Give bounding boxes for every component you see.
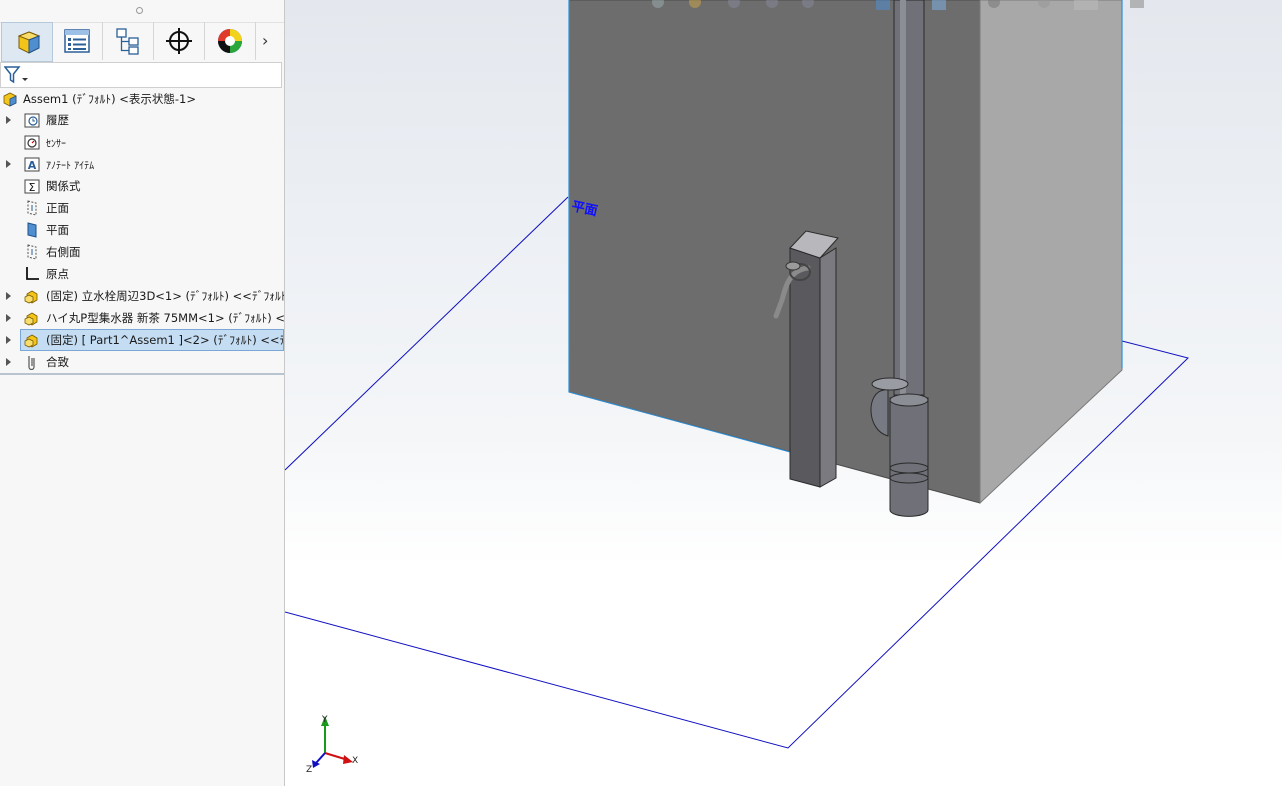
z-axis-icon — [315, 752, 326, 764]
tree-item-origin[interactable]: 原点 — [0, 263, 284, 285]
triad-y-label: Y — [321, 715, 328, 725]
featuremanager-icon — [17, 31, 41, 54]
tree-item-right-plane[interactable]: 右側面 — [0, 241, 284, 263]
tree-item-label: ｱﾉﾃｰﾄ ｱｲﾃﾑ — [46, 160, 95, 172]
dimxpert-icon — [166, 28, 192, 54]
annotation-icon: A — [24, 157, 40, 172]
plane-icon — [27, 244, 37, 260]
tree-item-label: 右側面 — [46, 245, 81, 259]
tab-dimxpert[interactable] — [154, 22, 205, 60]
manager-tab-bar: › — [0, 22, 284, 62]
tree-item-label: ｾﾝｻｰ — [46, 138, 66, 150]
displaymanager-icon — [218, 29, 242, 53]
tab-displaymanager[interactable] — [205, 22, 256, 60]
tree-item-label: 関係式 — [46, 179, 81, 193]
tree-item-label: ハイ丸P型集水器 新茶 75MM<1> (ﾃﾞﾌｫﾙﾄ) << — [46, 311, 284, 325]
view-cube-icon[interactable] — [876, 0, 890, 10]
mates-icon — [28, 356, 35, 370]
subassembly-icon — [24, 312, 38, 326]
faucet-post-front[interactable] — [789, 247, 821, 488]
tree-item-equations[interactable]: Σ 関係式 — [0, 175, 284, 197]
plane-selected-icon — [27, 222, 37, 238]
top-plane-outline[interactable] — [285, 196, 569, 471]
scene-icon[interactable] — [1074, 0, 1098, 10]
tree-root-label: Assem1 (ﾃﾞﾌｫﾙﾄ) <表示状態-1> — [23, 92, 196, 106]
configurationmanager-icon — [116, 28, 139, 55]
pipe-collar[interactable] — [889, 397, 929, 517]
sensor-icon — [24, 135, 40, 150]
tree-item-component[interactable]: (固定) 立水栓周辺3D<1> (ﾃﾞﾌｫﾙﾄ) <<ﾃﾞﾌｫﾙﾄ> — [0, 285, 284, 307]
propertymanager-icon — [64, 29, 90, 53]
tree-item-mates[interactable]: 合致 — [0, 351, 284, 373]
grip-dot[interactable] — [136, 7, 143, 14]
tree-root-assembly[interactable]: Assem1 (ﾃﾞﾌｫﾙﾄ) <表示状態-1> — [0, 88, 284, 110]
tree-item-annotations[interactable]: A ｱﾉﾃｰﾄ ｱｲﾃﾑ — [0, 153, 284, 175]
tree-item-component-selected[interactable]: (固定) [ Part1^Assem1 ]<2> (ﾃﾞﾌｫﾙﾄ) <<ﾃﾞﾌｫ… — [20, 329, 284, 351]
tree-filter[interactable] — [0, 62, 282, 88]
downpipe[interactable] — [893, 0, 925, 396]
tree-item-label: 平面 — [46, 223, 69, 237]
tree-item-top-plane[interactable]: 平面 — [0, 219, 284, 241]
expand-arrow-icon[interactable] — [6, 160, 11, 168]
triad-z-label: Z — [306, 765, 312, 775]
expand-arrow-icon[interactable] — [6, 336, 11, 344]
origin-icon — [26, 267, 39, 280]
expand-arrow-icon[interactable] — [6, 292, 11, 300]
tree-item-label: 原点 — [46, 267, 69, 281]
tree-item-label: 履歴 — [46, 113, 69, 127]
view-settings-icon[interactable] — [1130, 0, 1144, 8]
collar-top — [889, 393, 929, 407]
tree-divider — [0, 373, 284, 375]
expand-arrow-icon[interactable] — [6, 314, 11, 322]
model-scene[interactable]: 平面 Y X Z — [285, 0, 1282, 786]
filter-icon — [4, 66, 28, 84]
chevron-right-icon[interactable]: › — [262, 31, 268, 50]
part-icon — [24, 334, 38, 348]
svg-text:A: A — [28, 159, 37, 172]
svg-text:Σ: Σ — [29, 181, 36, 194]
tree-item-label: (固定) [ Part1^Assem1 ]<2> (ﾃﾞﾌｫﾙﾄ) <<ﾃﾞﾌｫ… — [46, 333, 284, 347]
plane-icon — [27, 200, 37, 216]
feature-manager-panel: › Assem1 (ﾃﾞﾌｫﾙﾄ) <表示状態-1> 履歴 ｾﾝｻｰ A ｱﾉﾃ… — [0, 0, 285, 786]
history-folder-icon — [24, 113, 40, 128]
triad-x-label: X — [352, 756, 358, 766]
graphics-area[interactable]: 平面 Y X Z — [285, 0, 1282, 786]
tree-item-label: 合致 — [46, 355, 69, 369]
wall-side-face[interactable] — [979, 0, 1123, 505]
tree-item-label: 正面 — [46, 201, 69, 215]
tree-item-label: (固定) 立水栓周辺3D<1> (ﾃﾞﾌｫﾙﾄ) <<ﾃﾞﾌｫﾙﾄ> — [46, 289, 284, 303]
assembly-icon — [3, 92, 17, 107]
downpipe-highlight — [900, 0, 906, 395]
tree-item-sensors[interactable]: ｾﾝｻｰ — [0, 131, 284, 153]
tree-item-history[interactable]: 履歴 — [0, 109, 284, 131]
tab-featuremanager[interactable] — [1, 22, 53, 62]
expand-arrow-icon[interactable] — [6, 358, 11, 366]
panel-grip[interactable] — [0, 0, 284, 23]
tab-configurationmanager[interactable] — [103, 22, 154, 60]
subassembly-icon — [24, 290, 38, 304]
expand-arrow-icon[interactable] — [6, 116, 11, 124]
equation-icon: Σ — [24, 179, 40, 194]
faucet-post-side[interactable] — [819, 247, 837, 488]
axis-triad: Y X Z — [306, 715, 358, 775]
bracket-top — [871, 377, 909, 391]
tree-item-component[interactable]: ハイ丸P型集水器 新茶 75MM<1> (ﾃﾞﾌｫﾙﾄ) << — [0, 307, 284, 329]
tab-propertymanager[interactable] — [52, 22, 103, 60]
display-style-icon[interactable] — [932, 0, 946, 10]
tree-item-front-plane[interactable]: 正面 — [0, 197, 284, 219]
